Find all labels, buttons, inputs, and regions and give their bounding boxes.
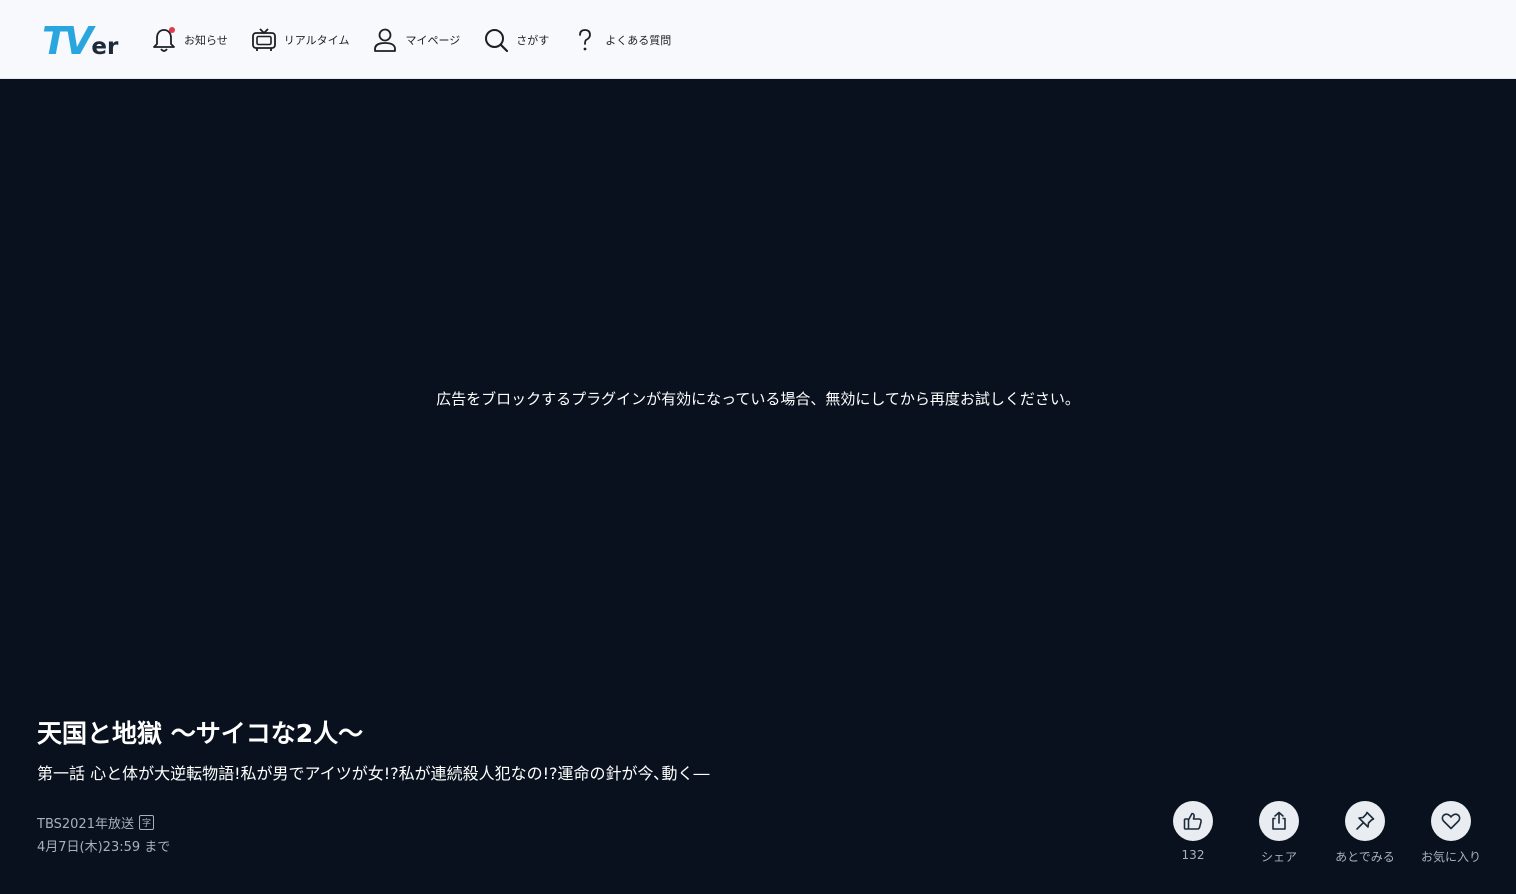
favorite-button[interactable]: お気に入り xyxy=(1408,801,1494,865)
nav-realtime[interactable]: リアルタイム xyxy=(250,26,350,54)
thumbs-up-icon xyxy=(1173,801,1213,841)
tver-logo[interactable]: TV er xyxy=(42,18,118,63)
action-buttons: 132 シェア あとでみる お気に入り xyxy=(1150,801,1494,865)
share-icon xyxy=(1259,801,1299,841)
expiry-text: 4月7日(木)23:59 まで xyxy=(37,840,171,855)
nav-realtime-label: リアルタイム xyxy=(283,33,350,47)
question-icon xyxy=(571,26,599,54)
main-nav: お知らせ リアルタイム マイページ さがす よくある質問 xyxy=(150,0,693,79)
video-player[interactable]: 広告をブロックするプラグインが有効になっている場合、無効にしてから再度お試しくだ… xyxy=(0,80,1516,700)
like-count: 132 xyxy=(1181,848,1205,862)
favorite-label: お気に入り xyxy=(1420,850,1481,864)
share-button[interactable]: シェア xyxy=(1236,801,1322,865)
adblock-message: 広告をブロックするプラグインが有効になっている場合、無効にしてから再度お試しくだ… xyxy=(436,390,1080,408)
nav-faq-label: よくある質問 xyxy=(605,33,672,47)
nav-mypage-label: マイページ xyxy=(405,33,461,47)
caption-badge: 字 xyxy=(138,815,154,830)
logo-tv-text: TV xyxy=(42,19,93,63)
user-icon xyxy=(371,26,399,54)
like-button[interactable]: 132 xyxy=(1150,801,1236,865)
nav-search[interactable]: さがす xyxy=(482,26,549,54)
nav-faq[interactable]: よくある質問 xyxy=(571,26,671,54)
watch-later-button[interactable]: あとでみる xyxy=(1322,801,1408,865)
share-label: シェア xyxy=(1260,850,1297,864)
watch-later-label: あとでみる xyxy=(1335,850,1395,864)
pin-icon xyxy=(1345,801,1385,841)
heart-icon xyxy=(1431,801,1471,841)
logo-er-text: er xyxy=(91,34,119,60)
nav-mypage[interactable]: マイページ xyxy=(371,26,460,54)
bell-icon xyxy=(150,26,178,54)
nav-notifications[interactable]: お知らせ xyxy=(150,26,228,54)
broadcast-info: TBS2021年放送 字 xyxy=(37,813,154,832)
nav-notifications-label: お知らせ xyxy=(184,33,228,47)
tv-icon xyxy=(250,26,278,54)
nav-search-label: さがす xyxy=(516,33,550,47)
episode-title: 第一話 心と体が大逆転物語!私が男でアイツが女!?私が連続殺人犯なの!?運命の針… xyxy=(37,764,710,783)
program-title: 天国と地獄 〜サイコな2人〜 xyxy=(37,719,364,748)
broadcast-text: TBS2021年放送 xyxy=(37,817,134,832)
top-header: TV er お知らせ リアルタイム マイページ さがす よくある質問 xyxy=(0,0,1516,79)
search-icon xyxy=(482,26,510,54)
